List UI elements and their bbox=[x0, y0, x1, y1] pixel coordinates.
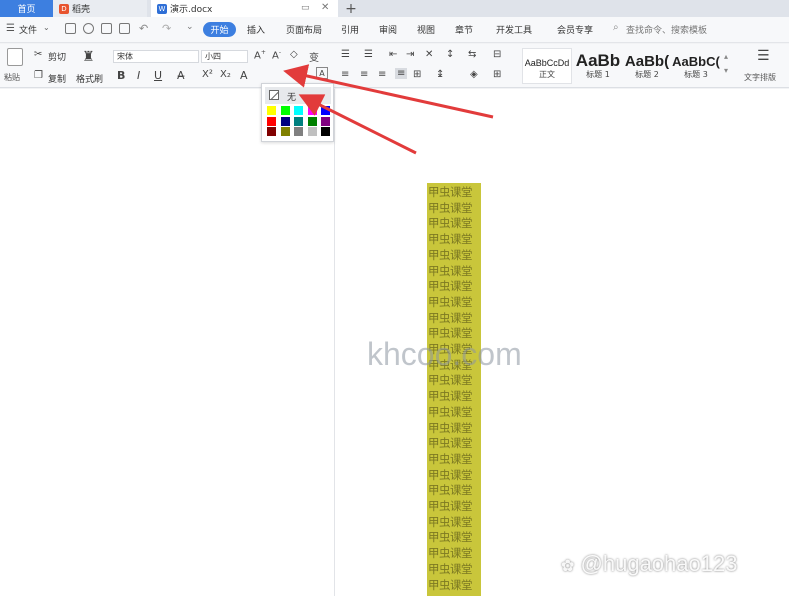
annotation-arrows bbox=[283, 64, 494, 155]
arrow-to-highlight-button bbox=[283, 64, 494, 119]
app-window: 首页 D 稻壳 W 演示.docx ▭ ✕ + ☰ 文件 ⌄ ↶ ↷ ⌄ 开始 … bbox=[0, 0, 789, 596]
author-credit-text: @hugaohao123 bbox=[580, 551, 738, 576]
arrow-to-none-option bbox=[298, 94, 417, 155]
author-credit: ✿ @hugaohao123 bbox=[561, 551, 737, 577]
paw-icon: ✿ bbox=[561, 558, 575, 575]
watermark-text: khcoo.com bbox=[367, 336, 522, 372]
